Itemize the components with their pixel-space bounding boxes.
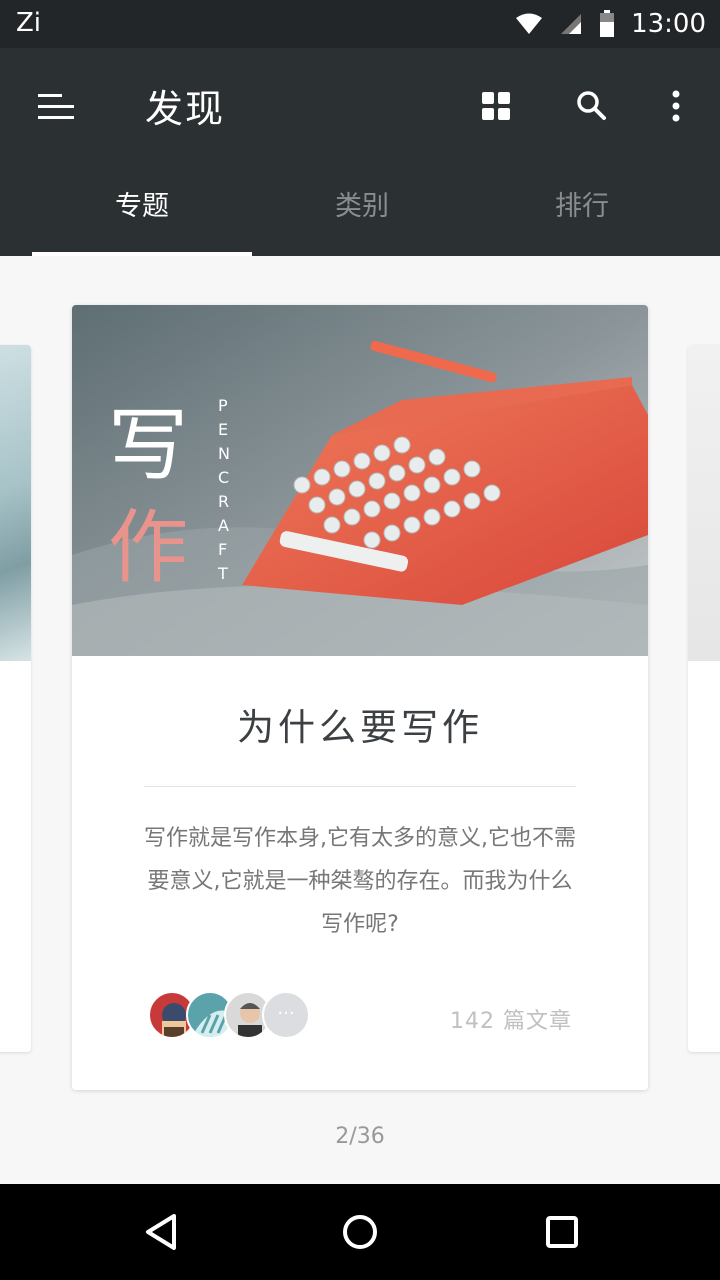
- card-title: 为什么要写作: [237, 706, 483, 749]
- clock: 13:00: [631, 9, 706, 39]
- back-button[interactable]: [130, 1202, 190, 1262]
- hero-letter: A: [218, 516, 229, 535]
- more-options-button[interactable]: [656, 82, 696, 130]
- previous-card[interactable]: [0, 345, 31, 1052]
- hero-letter: C: [218, 468, 229, 487]
- more-authors[interactable]: ···: [262, 991, 310, 1039]
- more-vert-icon: [672, 90, 680, 122]
- menu-button[interactable]: [30, 82, 82, 130]
- tab-ranking[interactable]: 排行: [472, 174, 692, 256]
- search-icon: [577, 91, 606, 120]
- page-title: 发现: [145, 87, 226, 131]
- recents-button[interactable]: [532, 1202, 592, 1262]
- back-icon: [146, 1214, 176, 1250]
- carrier-label: Zi: [16, 8, 42, 38]
- divider: [144, 786, 576, 787]
- tab-bar: 专题 类别 排行: [32, 174, 692, 256]
- battery-icon: [600, 10, 615, 37]
- search-button[interactable]: [568, 82, 616, 130]
- status-bar: Zi 13:00: [0, 0, 720, 48]
- next-card-image: [688, 345, 720, 661]
- tab-topics[interactable]: 专题: [32, 174, 252, 256]
- hero-letter: T: [217, 564, 228, 583]
- hero-letter: E: [218, 420, 228, 439]
- hero-char-2: 作: [108, 501, 188, 594]
- app-bar: 发现 专题 类别 排行: [0, 48, 720, 256]
- home-icon: [343, 1215, 377, 1249]
- hero-letter: R: [218, 492, 229, 511]
- more-authors-label: ···: [277, 1003, 295, 1024]
- cell-signal-icon: [561, 14, 582, 34]
- card-hero-image: 写 作 P E N C R A F T: [72, 305, 648, 656]
- hero-char-1: 写: [108, 399, 188, 492]
- menu-icon: [38, 94, 74, 119]
- recents-icon: [546, 1216, 578, 1248]
- grid-view-button[interactable]: [474, 84, 518, 128]
- system-nav-bar: [0, 1184, 720, 1280]
- home-button[interactable]: [330, 1202, 390, 1262]
- article-count: 142 篇文章: [450, 1009, 572, 1034]
- topic-card[interactable]: 写 作 P E N C R A F T 为什么要写作 写作就是写作本身,它有太多…: [72, 305, 648, 1090]
- hero-letter: P: [218, 396, 228, 415]
- previous-card-image: [0, 345, 31, 661]
- wifi-icon: [516, 13, 543, 34]
- grid-icon: [482, 92, 510, 120]
- hero-letter: F: [218, 540, 227, 559]
- tab-categories[interactable]: 类别: [252, 174, 472, 256]
- next-card[interactable]: [688, 345, 720, 1052]
- hero-letter: N: [218, 444, 230, 463]
- page-indicator: 2/36: [335, 1124, 385, 1149]
- status-icons: 13:00: [515, 6, 706, 42]
- card-description: 写作就是写作本身,它有太多的意义,它也不需要意义,它就是一种桀骜的存在。而我为什…: [144, 826, 576, 937]
- author-avatars[interactable]: ···: [148, 991, 318, 1039]
